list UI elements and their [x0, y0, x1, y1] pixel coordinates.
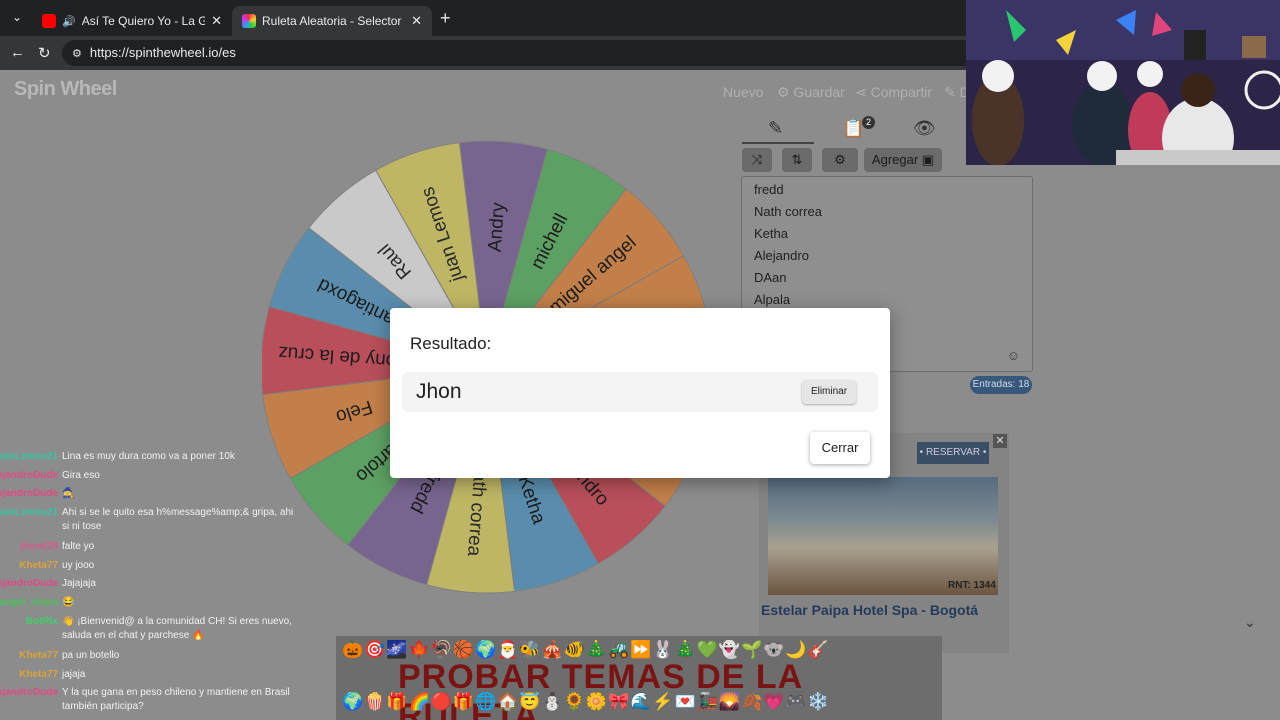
ad-reserve-button[interactable]: • RESERVAR •: [917, 442, 989, 464]
browser-tab-youtube[interactable]: 🔊 Así Te Quiero Yo - La Gran Ba ✕: [32, 6, 232, 36]
save-link[interactable]: ⚙ Guardar: [777, 84, 845, 101]
entry-line: Ketha: [754, 226, 788, 241]
results-count-badge: 2: [862, 116, 875, 129]
hide-eye-icon[interactable]: 👁: [913, 118, 936, 139]
url-text: https://spinthewheel.io/es: [89, 45, 236, 60]
spinwheel-favicon-icon: [242, 14, 256, 28]
add-label: Agregar: [871, 152, 919, 167]
close-tab-icon[interactable]: ✕: [411, 13, 422, 29]
chat-username: Kheta77: [19, 669, 58, 680]
chat-username: AlejandroDude: [0, 488, 58, 499]
wheel-segment-label: Andry: [485, 201, 510, 253]
entry-line: fredd: [754, 182, 784, 197]
tab-search-icon[interactable]: ⌄: [8, 8, 26, 26]
youtube-icon: [42, 14, 56, 28]
tab-title: Ruleta Aleatoria - Selector Persona: [262, 14, 405, 28]
remove-button[interactable]: Eliminar: [802, 380, 856, 404]
result-box: Jhon Eliminar: [402, 372, 878, 412]
tab-underline: [742, 142, 814, 144]
close-tab-icon[interactable]: ✕: [211, 13, 222, 29]
share-link[interactable]: ⋖ Compartir: [855, 84, 932, 101]
share-label: Compartir: [870, 84, 933, 100]
chat-username: juanLemos21: [0, 451, 58, 462]
chat-text: Lina es muy dura como va a poner 10k: [62, 451, 235, 462]
chat-username: AlejandroDude: [0, 687, 58, 698]
dialog-title: Resultado:: [410, 334, 492, 353]
edit-tab-icon[interactable]: ✎: [768, 118, 783, 139]
chat-username: angel_chara: [0, 597, 58, 608]
chat-text: 😂: [62, 597, 75, 608]
site-info-icon[interactable]: ⚙: [72, 48, 82, 60]
browser-tab-wheel[interactable]: Ruleta Aleatoria - Selector Persona ✕: [232, 6, 432, 36]
emoji-picker-icon[interactable]: ☺: [1007, 348, 1020, 363]
chat-text: 🧙: [62, 488, 75, 499]
chat-text: falte yo: [62, 541, 95, 552]
chat-text: Y la que gana en peso chileno y mantiene…: [62, 687, 290, 712]
back-arrow-icon[interactable]: ←: [10, 44, 25, 61]
speaker-icon[interactable]: 🔊: [62, 15, 76, 28]
chevron-down-icon[interactable]: ⌄: [1244, 614, 1256, 631]
chat-text: Gira eso: [62, 470, 100, 481]
chat-username: Kheta77: [19, 650, 58, 661]
save-label: Guardar: [793, 84, 845, 100]
new-tab-icon[interactable]: +: [440, 8, 451, 29]
chat-text: jajaja: [62, 669, 86, 680]
close-button[interactable]: Cerrar: [810, 432, 870, 464]
chat-text: pa un botello: [62, 650, 120, 661]
site-logo[interactable]: Spin Wheel: [14, 78, 117, 101]
chat-username: jhon628: [20, 541, 58, 552]
result-dialog: Resultado: Jhon Eliminar Cerrar: [390, 308, 890, 478]
reload-icon[interactable]: ↻: [38, 44, 51, 62]
hotel-room-image[interactable]: [768, 477, 998, 595]
chat-username: AlejandroDude: [0, 578, 58, 589]
webcam-overlay: [966, 0, 1280, 165]
chat-text: uy jooo: [62, 560, 95, 571]
themes-banner[interactable]: 🎃🎯🌌🍁🦃🏀🌍🎅🐝🎪🐠🎄🚜⏩🐰🎄💚👻🌱🐨🌙🎸 PROBAR TEMAS DE L…: [336, 636, 942, 720]
chat-text: 👋 ¡Bienvenid@ a la comunidad CH! Si eres…: [62, 616, 292, 641]
add-image-button[interactable]: Agregar ▣: [864, 148, 942, 172]
tab-title: Así Te Quiero Yo - La Gran Ba: [81, 14, 206, 28]
stream-chat: juanLemos21 Lina es muy dura como va a po…: [0, 450, 300, 720]
new-link[interactable]: Nuevo: [723, 84, 763, 100]
chat-username: BotRix: [25, 616, 58, 627]
sort-button[interactable]: ⇅: [782, 148, 812, 172]
chat-username: juanLemos21: [0, 507, 58, 518]
settings-gear-icon[interactable]: ⚙: [822, 148, 858, 172]
ad-close-icon[interactable]: ✕: [993, 434, 1007, 448]
ad-title[interactable]: Estelar Paipa Hotel Spa - Bogotá: [761, 602, 978, 618]
webcam-image: [966, 0, 1280, 165]
entry-line: Alejandro: [754, 248, 809, 263]
result-name: Jhon: [416, 380, 462, 403]
chat-username: Kheta77: [19, 560, 58, 571]
chat-username: AlejandroDude: [0, 470, 58, 481]
ad-rnt-text: RNT: 1344: [948, 580, 996, 591]
entries-count-badge: Entradas: 18: [970, 376, 1032, 394]
entry-line: DAan: [754, 270, 787, 285]
banner-emoji-row: 🌍🍿🎁🌈🔴🎁🌐🏠😇⛄🌻🌼🎀🌊⚡💌🚂🌄🍂💗🎮❄️: [342, 692, 830, 711]
entry-line: Nath correa: [754, 204, 822, 219]
chat-text: Jajajaja: [62, 578, 96, 589]
shuffle-button[interactable]: ⤨: [742, 148, 772, 172]
chat-text: Ahi si se le quito esa h%message%amp;& g…: [62, 507, 294, 532]
